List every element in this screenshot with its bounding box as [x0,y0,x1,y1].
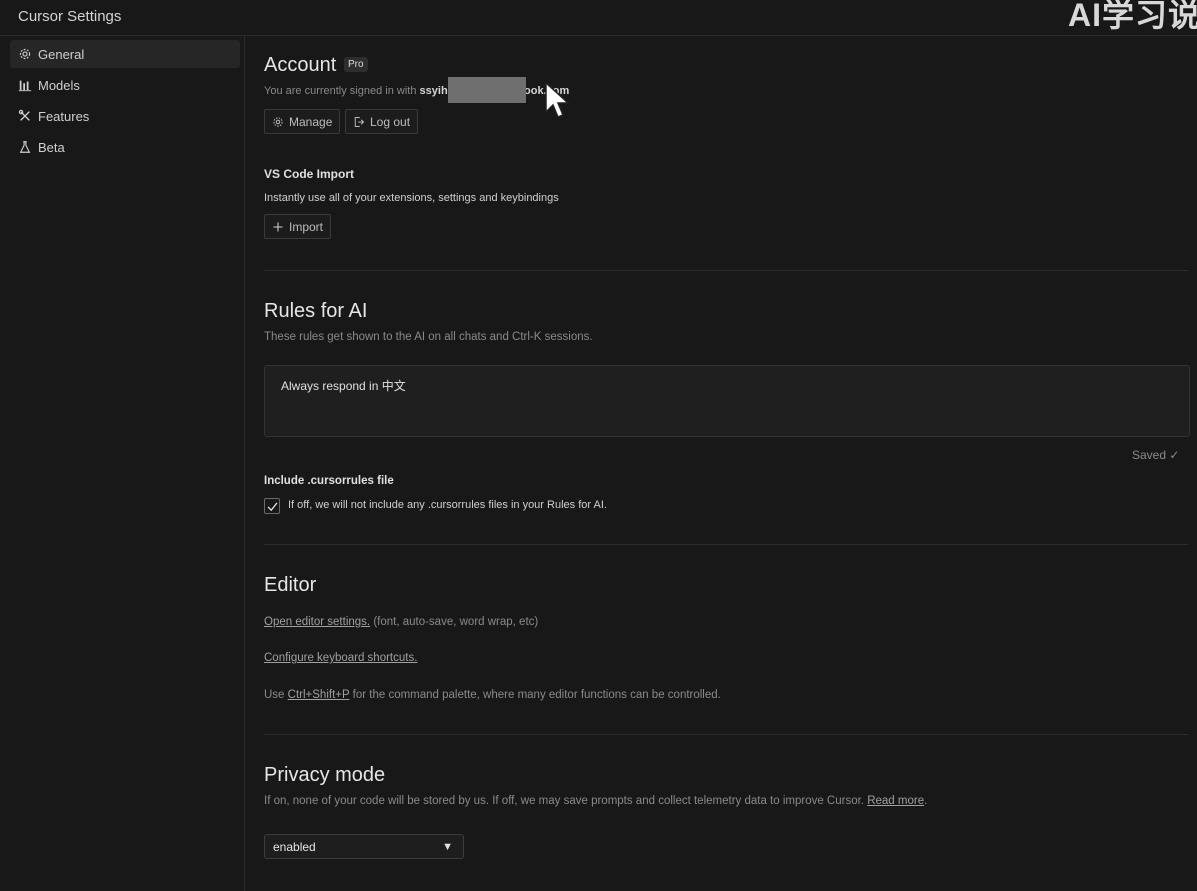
rules-value: Always respond in 中文 [281,379,406,393]
email-redaction [448,77,526,103]
manage-label: Manage [289,114,333,129]
sidebar-item-models[interactable]: Models [10,71,240,99]
privacy-period: . [924,795,928,807]
logout-button[interactable]: Log out [345,109,419,134]
read-more-link[interactable]: Read more [867,795,924,807]
saved-status: Saved ✓ [1132,448,1180,462]
open-editor-settings-link[interactable]: Open editor settings. [264,616,370,628]
editor-settings-line: Open editor settings. (font, auto-save, … [264,616,538,628]
sidebar-item-label: Models [38,77,80,93]
checkmark-icon [267,501,277,511]
include-cursorrules-title: Include .cursorrules file [264,475,394,487]
logout-label: Log out [370,114,411,129]
title-bar: Cursor Settings AI学习说 [0,0,1197,36]
privacy-title: Privacy mode [264,764,386,786]
bar-chart-icon [18,78,32,92]
rules-description: These rules get shown to the AI on all c… [264,331,593,343]
sidebar-item-label: General [38,46,85,62]
logout-icon [353,116,365,128]
sidebar-item-label: Features [38,108,90,124]
section-divider [264,270,1188,271]
include-cursorrules-description: If off, we will not include any .cursorr… [288,499,607,511]
palette-prefix: Use [264,689,288,701]
include-cursorrules-checkbox[interactable] [264,498,280,514]
rules-textarea[interactable]: Always respond in 中文 [264,365,1190,437]
signed-in-text: You are currently signed in with ssyihb [264,85,454,97]
sidebar-item-general[interactable]: General [10,40,240,68]
import-label: Import [289,219,324,234]
window-title: Cursor Settings [18,8,122,25]
privacy-description: If on, none of your code will be stored … [264,795,868,807]
dropdown-caret-icon: ▼ [442,840,453,853]
pro-badge: Pro [344,57,368,72]
privacy-mode-select[interactable]: enabled ▼ [264,834,464,859]
privacy-mode-selected: enabled [273,839,316,854]
configure-shortcuts-link[interactable]: Configure keyboard shortcuts. [264,652,417,664]
gear-icon [272,116,284,128]
plus-icon [272,221,284,233]
mouse-pointer-icon [545,82,570,118]
manage-button[interactable]: Manage [264,109,341,134]
watermark-text: AI学习说 [1068,0,1197,33]
sidebar-item-label: Beta [38,139,65,155]
keyboard-shortcuts-line: Configure keyboard shortcuts. [264,652,417,664]
import-button[interactable]: Import [264,214,332,239]
signed-in-prefix: You are currently signed in with [264,85,417,97]
gear-icon [18,47,32,61]
sidebar-item-beta[interactable]: Beta [10,133,240,161]
command-palette-line: Use Ctrl+Shift+P for the command palette… [264,689,721,701]
rules-title: Rules for AI [264,300,368,322]
editor-settings-suffix: (font, auto-save, word wrap, etc) [370,616,539,628]
cursor-settings-window: Cursor Settings AI学习说 General Models Fea… [0,0,1197,891]
privacy-description-line: If on, none of your code will be stored … [264,795,927,807]
flask-icon [18,140,32,154]
sidebar-item-features[interactable]: Features [10,102,240,130]
account-title: Account [264,54,337,76]
vscode-import-title: VS Code Import [264,167,355,181]
settings-sidebar: General Models Features Beta [0,36,245,891]
section-divider [264,544,1188,545]
editor-title: Editor [264,574,317,596]
command-palette-shortcut-link[interactable]: Ctrl+Shift+P [288,689,350,701]
section-divider [264,734,1188,735]
palette-suffix: for the command palette, where many edit… [349,689,721,701]
tools-icon [18,109,32,123]
vscode-import-description: Instantly use all of your extensions, se… [264,192,559,204]
